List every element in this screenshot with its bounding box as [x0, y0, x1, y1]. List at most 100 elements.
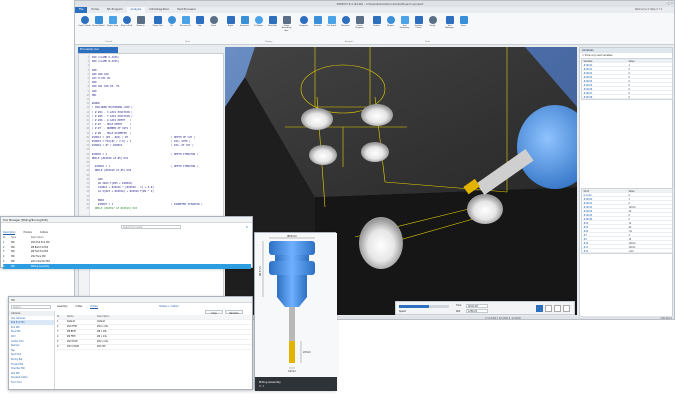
code-line[interactable]: ( # #26 - Z-AXIS DEPTH ) — [92, 119, 131, 122]
tool-assembly-drawing: Ø63mm 88.5mm 22mm 10mm Milling Assembly … — [255, 233, 337, 391]
ribbon-button-10[interactable]: Right — [224, 16, 237, 38]
window-controls[interactable]: – □ × — [665, 2, 673, 5]
ribbon-button-12[interactable]: X-Caliper — [252, 16, 265, 38]
fit-icon — [167, 16, 176, 24]
table-cell: 0 — [628, 193, 630, 197]
code-line[interactable]: G90 — [92, 90, 97, 93]
code-line[interactable]: WHILE [#10010 LE #5] DO2 — [92, 169, 131, 172]
library-search-input[interactable]: Search... — [11, 305, 51, 309]
ribbon-button-6[interactable]: Fit — [165, 16, 178, 38]
code-editor[interactable]: 1 N10 (CLAMP X-AXIS) 2 N20 (CLAMP B-AXIS) 3 4… — [78, 53, 224, 315]
tab-holder[interactable]: Holder — [90, 305, 98, 309]
ribbon-button-label: Measure — [341, 25, 350, 27]
ribbon-button-23[interactable]: Surface Check — [412, 16, 425, 38]
ribbon-button-17[interactable]: Cut Stock — [325, 16, 338, 38]
dist-label: Dist — [456, 309, 461, 313]
code-line[interactable]: G1 X[#23 + #10016] + #10016 F[#9 * 2] — [92, 190, 154, 193]
iso-view-icon — [240, 16, 249, 24]
ribbon-button-11[interactable]: Isometric — [238, 16, 251, 38]
ribbon-button-14[interactable]: Show Bounding Box — [280, 16, 293, 38]
code-line[interactable]: G00 G91 G28 X0. Y0. — [92, 85, 121, 88]
code-line[interactable]: N40 — [92, 81, 97, 84]
ribbon-button-15[interactable]: Compare — [297, 16, 310, 38]
column-header: Value — [627, 189, 672, 193]
code-line[interactable]: END2 — [92, 199, 104, 202]
table-row[interactable]: #12 -100 — [582, 249, 672, 253]
ribbon-button-26[interactable]: Save — [457, 16, 470, 38]
table-cell: #10013 — [583, 205, 593, 209]
dialog-close-icon[interactable]: ✕ — [245, 225, 248, 229]
code-line[interactable]: M01 — [92, 94, 97, 97]
code-line[interactable]: G0 X#24 Y[#25 + #10016] — [92, 182, 133, 185]
code-line[interactable]: N30 — [92, 69, 97, 72]
library-row-desc: Ø12 x 10L — [97, 340, 109, 344]
ribbon-button-9[interactable]: Front — [207, 16, 220, 38]
user-menu[interactable]: Welcome ▾ Help ▾ ? ▾ — [635, 8, 662, 11]
sidebar-item[interactable]: Form Tool — [9, 380, 54, 385]
speed-slider[interactable] — [399, 305, 449, 308]
table-cell: 10010 — [628, 205, 636, 209]
tool-preview-panel: Ø63mm 88.5mm 22mm 10mm Milling Assembly … — [254, 232, 337, 391]
code-line[interactable]: G00 G90 G40 — [92, 73, 109, 76]
code-line[interactable]: G00 — [92, 178, 103, 181]
code-line[interactable]: N10 (CLAMP X-AXIS) — [92, 56, 119, 59]
pause-icon[interactable] — [545, 305, 552, 312]
code-line[interactable]: #10016 = #7 / #10015 — [92, 144, 122, 147]
ribbon-button-5[interactable]: Zoom Out — [151, 16, 164, 38]
rename-button[interactable]: Rename — [225, 310, 243, 315]
ribbon-button-4[interactable]: Zoom In — [134, 16, 147, 38]
tool-row[interactable]: 6 Mill Milling Assembly — [3, 264, 251, 269]
code-line[interactable]: #10010 = 1 — [92, 153, 107, 156]
copy-button[interactable]: Copy — [205, 310, 223, 315]
ribbon-button-8[interactable]: Top — [193, 16, 206, 38]
code-line[interactable]: WHILE [#10010 LE #5] DO1 — [92, 157, 128, 160]
tool-shank — [289, 307, 295, 341]
tool-row-type: Mill — [11, 259, 15, 263]
code-line[interactable]: #10007 = 1 — [92, 203, 113, 206]
ribbon-button-24[interactable]: Verify — [426, 16, 439, 38]
ribbon-button-18[interactable]: Measure — [339, 16, 352, 38]
tab-cutter[interactable]: Cutter — [76, 305, 83, 309]
code-line[interactable]: WHILE [#10017 LE #10016] DO3 — [92, 207, 137, 210]
play-icon[interactable] — [536, 305, 543, 312]
dim-flute: 22mm — [303, 351, 311, 354]
code-line[interactable]: ( # #9 - HOLE DIAMETER ) — [92, 132, 131, 135]
stop-icon[interactable] — [554, 305, 561, 312]
code-line[interactable]: #10015 = FIX[#7 / 2.0] + 1 — [92, 140, 131, 143]
ribbon-button-0[interactable]: Undo / Redo — [78, 16, 91, 38]
table-cell: 1 — [628, 197, 630, 201]
library-row[interactable]: 6 Ø10 CHAM Ø10 90° — [57, 345, 251, 350]
code-line[interactable]: G1X#23 + #10016 * [#10010 - 1] + 0.0] — [92, 186, 154, 189]
table-row[interactable]: #10018 0 — [582, 95, 672, 99]
filter-dropdown[interactable]: Holders + Cutters — [159, 305, 179, 308]
ribbon-button-19[interactable]: Check Regions — [353, 16, 366, 38]
ribbon-button-25[interactable]: Tool Manager — [443, 16, 456, 38]
code-line[interactable]: #10010 = 1 — [92, 165, 110, 168]
ribbon-button-22[interactable]: Tool Summary — [398, 16, 411, 38]
code-line[interactable]: ( INCLUDED MACHINING LOOP ) — [92, 106, 133, 109]
code-line[interactable]: ( # #7 - HOLE DEPTH ) — [92, 123, 131, 126]
ribbon-button-label: Section — [313, 25, 322, 27]
code-line[interactable]: #ADDR — [92, 102, 100, 105]
ribbon-button-2[interactable]: Single Step — [106, 16, 119, 38]
code-line[interactable]: ( # #24 - X-AXIS POSITION ) — [92, 111, 133, 114]
ribbon-button-3[interactable]: Play to End — [120, 16, 133, 38]
ribbon-button-21[interactable]: Report — [384, 16, 397, 38]
ribbon-group-label: Display — [265, 41, 273, 43]
ribbon-button-13[interactable]: Tool Path — [266, 16, 279, 38]
ribbon-button-7[interactable]: Reverse Fit — [179, 16, 192, 38]
code-line[interactable]: ( # #25 - Y-AXIS POSITION ) — [92, 115, 133, 118]
tab-assembly[interactable]: Assembly — [57, 305, 68, 309]
tool-row-id: 6 — [3, 264, 5, 268]
code-line[interactable]: #10014 = [#3 - #26] / #7 — [92, 136, 128, 139]
code-line[interactable]: ( # #7 - NUMBER OF CUTS ) — [92, 127, 131, 130]
code-line[interactable]: G43 H-701 Z5. — [92, 77, 112, 80]
tool-search-input[interactable]: Search tool name — [121, 225, 181, 229]
code-line[interactable]: N20 (CLAMP B-AXIS) — [92, 60, 119, 63]
tool-row-id: 3 — [3, 250, 5, 254]
step-icon[interactable] — [563, 305, 570, 312]
filter-checkbox[interactable]: ☐ Show only used variables — [582, 54, 613, 57]
ribbon-button-16[interactable]: Section — [311, 16, 324, 38]
ribbon-button-20[interactable]: Fixture — [370, 16, 383, 38]
ribbon-button-1[interactable]: Reset Model — [92, 16, 105, 38]
